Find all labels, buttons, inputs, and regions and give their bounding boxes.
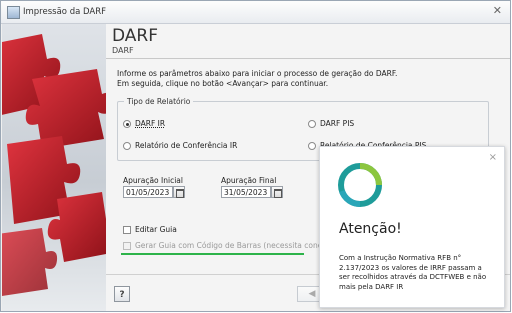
instructions-line-2: Em seguida, clique no botão <Avançar> pa… (117, 79, 329, 88)
help-button[interactable]: ? (114, 286, 130, 302)
gerar-guia-checkbox[interactable]: Gerar Guia com Código de Barras (necessi… (123, 241, 347, 250)
puzzle-illustration (2, 24, 106, 311)
apuracao-inicial-label: Apuração Inicial (123, 176, 183, 185)
title-bar: Impressão da DARF ✕ (1, 1, 510, 24)
radio-darf-ir[interactable]: DARF IR (123, 119, 165, 128)
calendar-icon[interactable] (271, 186, 283, 198)
apuracao-final-label: Apuração Final (221, 176, 277, 185)
close-icon[interactable]: × (489, 152, 497, 163)
checkbox-label: Editar Guia (135, 225, 177, 234)
window-title: Impressão da DARF (23, 7, 106, 17)
notification-body: Com a Instrução Normativa RFB n° 2.137/2… (339, 254, 487, 291)
radio-button[interactable] (123, 141, 131, 150)
instructions: Informe os parâmetros abaixo para inicia… (117, 69, 497, 89)
checkbox[interactable] (123, 225, 131, 234)
radio-label: DARF IR (135, 119, 166, 128)
calendar-icon[interactable] (173, 186, 185, 198)
checkbox-label: Gerar Guia com Código de Barras (necessi… (135, 241, 347, 250)
notification-title: Atenção! (339, 221, 402, 237)
radio-darf-pis[interactable]: DARF PIS (308, 119, 354, 128)
radio-button[interactable] (308, 119, 316, 128)
attention-notification: × Atenção! Com a Instrução Normativa RFB… (319, 146, 505, 308)
instructions-line-1: Informe os parâmetros abaixo para inicia… (117, 69, 398, 78)
apuracao-inicial-input[interactable]: 01/05/2023 (123, 186, 173, 198)
radio-button[interactable] (123, 119, 131, 128)
page-subtitle: DARF (112, 46, 134, 55)
app-icon (7, 6, 20, 19)
radio-label: Relatório de Conferência IR (135, 141, 238, 150)
apuracao-final-input[interactable]: 31/05/2023 (221, 186, 271, 198)
report-type-legend: Tipo de Relatório (127, 97, 191, 106)
highlight-underline (121, 253, 304, 255)
radio-conferencia-ir[interactable]: Relatório de Conferência IR (123, 141, 237, 150)
editar-guia-checkbox[interactable]: Editar Guia (123, 225, 177, 234)
header-divider (106, 58, 510, 59)
ring-logo-icon (338, 163, 382, 207)
close-icon[interactable]: ✕ (493, 4, 502, 17)
checkbox[interactable] (123, 241, 131, 250)
page-title: DARF (112, 26, 159, 46)
radio-label: DARF PIS (320, 119, 355, 128)
puzzle-pieces-icon (2, 34, 106, 296)
radio-button[interactable] (308, 141, 316, 150)
